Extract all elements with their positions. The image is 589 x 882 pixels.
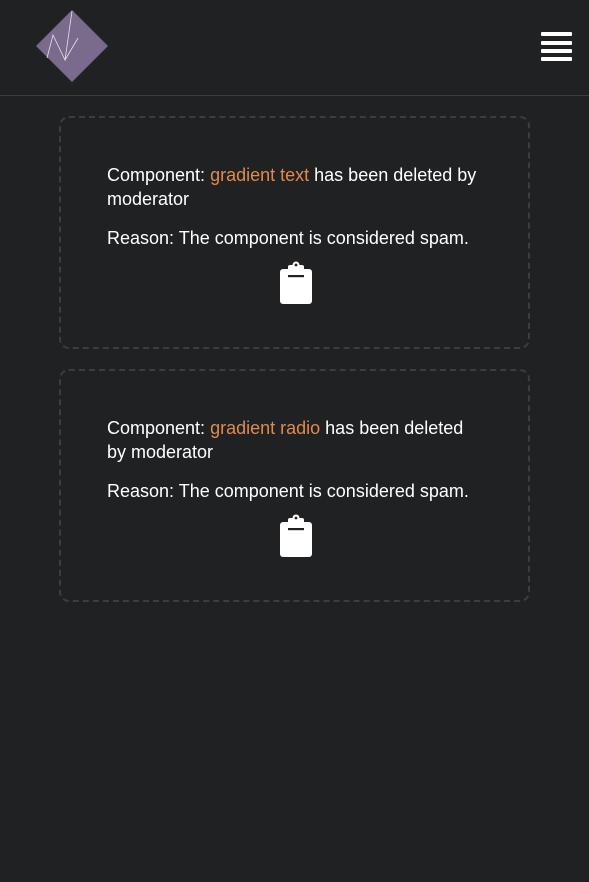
logo-icon[interactable] [34, 8, 110, 84]
deleted-notice-message: Component: gradient radio has been delet… [107, 416, 487, 464]
deletion-reason: Reason: The component is considered spam… [107, 481, 469, 501]
component-name-link[interactable]: gradient text [210, 165, 309, 185]
deleted-notice-message: Component: gradient text has been delete… [107, 163, 487, 211]
component-name-link[interactable]: gradient radio [210, 418, 320, 438]
notice-prefix: Component: [107, 165, 206, 185]
notice-prefix: Component: [107, 418, 206, 438]
deleted-notice-card: Component: gradient radio has been delet… [59, 369, 530, 602]
clipboard-icon[interactable] [279, 514, 315, 560]
deleted-notice-card: Component: gradient text has been delete… [59, 116, 530, 349]
top-header [0, 0, 589, 96]
hamburger-menu-icon[interactable] [541, 32, 572, 62]
clipboard-icon[interactable] [279, 261, 315, 307]
deletion-reason: Reason: The component is considered spam… [107, 228, 469, 248]
